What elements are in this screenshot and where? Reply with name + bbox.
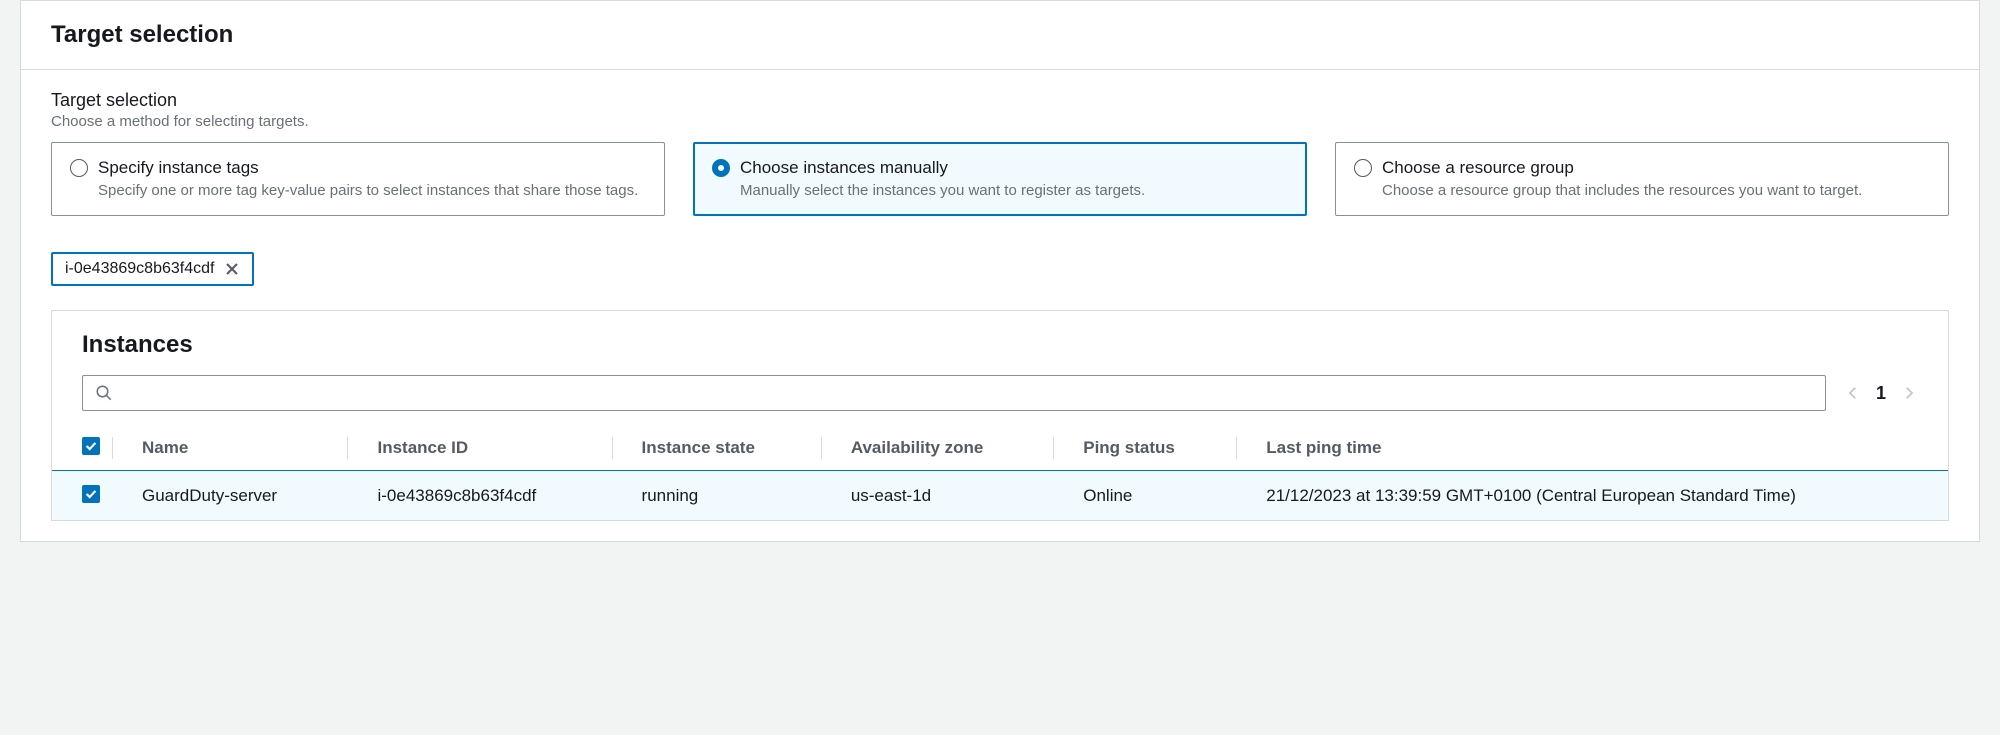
panel-title: Target selection (51, 21, 1949, 49)
radio-resource-group[interactable]: Choose a resource group Choose a resourc… (1335, 142, 1949, 216)
header-checkbox-col (52, 425, 112, 471)
col-az[interactable]: Availability zone (821, 425, 1053, 471)
cell-instance-state: running (612, 471, 821, 521)
selected-instance-chips: i-0e43869c8b63f4cdf (51, 252, 1949, 286)
instances-toolbar: 1 (52, 375, 1948, 425)
chip-label: i-0e43869c8b63f4cdf (65, 260, 214, 278)
radio-icon (70, 159, 88, 177)
search-icon (95, 384, 113, 402)
col-ping-status[interactable]: Ping status (1053, 425, 1236, 471)
instances-header: Instances (52, 311, 1948, 375)
radio-specify-tags[interactable]: Specify instance tags Specify one or mor… (51, 142, 665, 216)
cell-az: us-east-1d (821, 471, 1053, 521)
table-row[interactable]: GuardDuty-server i-0e43869c8b63f4cdf run… (52, 471, 1948, 521)
col-instance-state[interactable]: Instance state (612, 425, 821, 471)
target-selection-panel: Target selection Target selection Choose… (20, 0, 1980, 542)
radio-desc: Specify one or more tag key-value pairs … (98, 181, 638, 201)
radio-icon (712, 159, 730, 177)
select-all-checkbox[interactable] (82, 437, 100, 455)
radio-desc: Choose a resource group that includes th… (1382, 181, 1862, 201)
row-checkbox[interactable] (82, 485, 100, 503)
instances-title: Instances (82, 331, 1918, 359)
instances-table: Name Instance ID Instance state Availabi… (52, 425, 1948, 520)
col-last-ping[interactable]: Last ping time (1236, 425, 1948, 471)
col-name[interactable]: Name (112, 425, 347, 471)
chevron-left-icon[interactable] (1844, 384, 1862, 402)
radio-choose-manually[interactable]: Choose instances manually Manually selec… (693, 142, 1307, 216)
search-input[interactable] (121, 384, 1813, 402)
col-instance-id[interactable]: Instance ID (347, 425, 611, 471)
section-desc: Choose a method for selecting targets. (51, 113, 1949, 130)
cell-name: GuardDuty-server (112, 471, 347, 521)
page-number: 1 (1876, 383, 1886, 404)
close-icon[interactable] (224, 261, 240, 277)
radio-title: Choose instances manually (740, 157, 1145, 179)
chevron-right-icon[interactable] (1900, 384, 1918, 402)
instances-search[interactable] (82, 375, 1826, 411)
radio-icon (1354, 159, 1372, 177)
cell-instance-id: i-0e43869c8b63f4cdf (347, 471, 611, 521)
cell-last-ping: 21/12/2023 at 13:39:59 GMT+0100 (Central… (1236, 471, 1948, 521)
instances-panel: Instances 1 (51, 310, 1949, 521)
cell-ping-status: Online (1053, 471, 1236, 521)
radio-title: Specify instance tags (98, 157, 638, 179)
panel-header: Target selection (21, 1, 1979, 70)
pager: 1 (1844, 383, 1918, 404)
target-method-radios: Specify instance tags Specify one or mor… (51, 142, 1949, 216)
instance-chip[interactable]: i-0e43869c8b63f4cdf (51, 252, 254, 286)
panel-body: Target selection Choose a method for sel… (21, 70, 1979, 541)
radio-desc: Manually select the instances you want t… (740, 181, 1145, 201)
section-label: Target selection (51, 90, 1949, 111)
radio-title: Choose a resource group (1382, 157, 1862, 179)
